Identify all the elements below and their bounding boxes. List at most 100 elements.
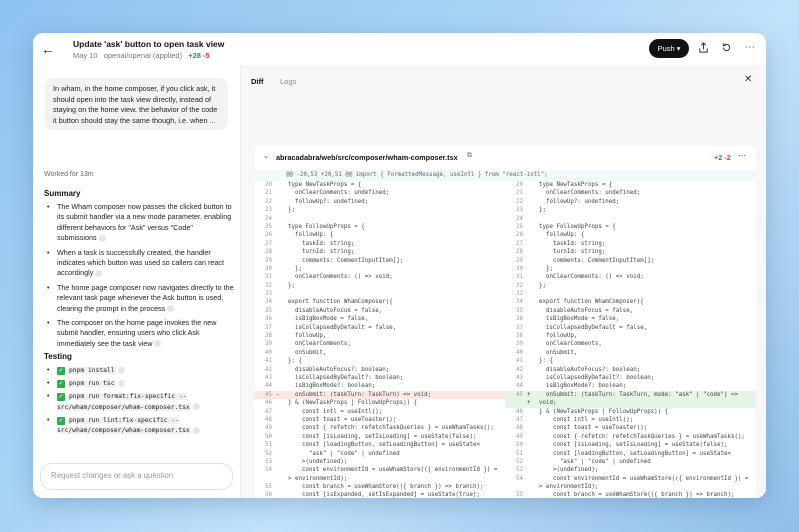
line-number: 41 [516,358,523,365]
code-line: 34 export function WhamComposer({ [254,298,505,306]
line-number: 44 [516,383,523,390]
code-line: 39 onClearComments, [505,340,756,348]
line-number: 28 [265,249,272,256]
more-options-icon[interactable]: ⋯ [745,42,755,54]
code-line: 33 [254,290,505,298]
request-changes-input[interactable]: Request changes or ask a question [40,463,233,490]
line-number: 34 [265,299,272,306]
code-line: 52 "ask" | "code" | undefined [505,458,756,466]
history-icon[interactable] [721,42,732,57]
line-number: 29 [516,257,523,264]
line-code: disableAutoFocus = false, [539,307,634,314]
code-line: 23}; [254,206,505,214]
line-number: 44 [265,383,272,390]
tab-logs[interactable]: Logs [280,77,296,86]
line-number: 41 [265,358,272,365]
line-number: 28 [516,249,523,256]
citation-icon[interactable] [192,403,200,411]
code-line: 46} & (NewTaskProps | FollowUpProps)) { [254,399,505,407]
line-code: isBigBoxMode?: boolean; [539,383,627,390]
line-code: type NewTaskProps = { [539,182,613,188]
citation-icon[interactable] [98,234,106,242]
citation-icon[interactable] [154,340,162,348]
tab-diff[interactable]: Diff [251,77,264,86]
code-line: 43 isCollapsedByDefault?: boolean; [254,374,505,382]
line-code: }: { [539,358,553,365]
code-line: 50 const [isLoading, setIsLoading] = use… [505,441,756,449]
line-number: 43 [265,374,272,381]
chevron-down-icon[interactable]: ⌄ [263,152,269,160]
line-code: disableAutoFocus = false, [288,307,383,314]
close-icon[interactable]: ✕ [744,75,752,85]
line-code: followUp, [288,333,327,340]
diff-pane: Diff Logs ✕ ⌄ abracadabra/web/src/compos… [240,65,766,498]
line-code: onClearComments, [539,341,602,348]
line-code: const intl = useIntl(); [539,416,634,423]
line-code: const [loadingButton, setLoadingButton] … [288,442,480,449]
citation-icon[interactable] [117,366,125,374]
line-number: 38 [265,333,272,340]
code-line: 44 isBigBoxMode?: boolean; [505,382,756,390]
code-line: 42 disableAutoFocus?: boolean; [505,366,756,374]
line-number: 36 [265,316,272,323]
line-number: 52 [265,450,272,457]
more-options-icon[interactable]: ⋯ [738,151,746,160]
citation-icon[interactable] [192,426,200,434]
line-code: followUp: { [288,232,334,239]
line-number: 42 [516,366,523,373]
code-line: 36 isBigBoxMode = false, [505,315,756,323]
line-code: }; [539,265,553,272]
code-line: 25 type FollowUpProps = { [254,223,505,231]
line-code: followUp, [539,333,578,340]
line-code: onClearComments: undefined; [288,190,390,197]
line-number: 40 [265,349,272,356]
test-item: ✓pnpm run format:fix-specific -- src/wha… [44,392,234,412]
line-number: 39 [265,341,272,348]
line-number: 54 [265,467,272,474]
share-icon[interactable] [698,42,709,57]
line-code: isCollapsedByDefault?: boolean; [539,374,655,381]
line-code: onSubmit: (taskTurn: TaskTurn, mode: "as… [539,391,738,398]
line-code: followUp?: undefined; [288,198,369,205]
file-header[interactable]: ⌄ abracadabra/web/src/composer/wham-comp… [254,146,756,168]
check-icon: ✓ [57,367,65,375]
line-code: void; [539,400,557,407]
task-date: May 10 [73,51,98,60]
line-number: 20 [265,182,272,188]
line-number: 52 [516,458,523,465]
worked-for-label[interactable]: Worked for 13m [44,171,94,178]
summary-item: When a task is successfully created, the… [44,248,234,279]
citation-icon[interactable] [167,305,175,313]
line-code: const toast = useToaster(); [539,425,648,432]
citation-icon[interactable] [117,379,125,387]
code-line: 27 taskId: string; [505,240,756,248]
line-number: 35 [265,307,272,314]
code-line: 39 onClearComments, [254,340,505,348]
test-item: ✓pnpm install [44,366,234,376]
line-code: onClearComments, [288,341,351,348]
line-number: 23 [516,207,523,214]
copy-icon[interactable]: ⧉ [467,152,472,160]
line-number: 48 [516,425,523,432]
code-line: 35 disableAutoFocus = false, [254,307,505,315]
code-line: 20 type NewTaskProps = { [505,181,756,189]
citation-icon[interactable] [95,270,103,278]
code-line: 33 [505,290,756,298]
line-code: "ask" | "code" | undefined [539,458,651,465]
code-line: 52 "ask" | "code" | undefined [254,450,505,458]
code-line: 40 onSubmit, [254,349,505,357]
code-line: 34 export function WhamComposer({ [505,298,756,306]
line-code: export function WhamComposer({ [539,299,644,306]
line-code: type FollowUpProps = { [288,223,365,230]
header: ← Update 'ask' button to open task view … [33,33,766,65]
diff-right-pane: 20 type NewTaskProps = {21 onClearComment… [505,181,756,498]
back-arrow-icon[interactable]: ← [41,42,55,56]
push-button[interactable]: Push ▾ [649,39,689,58]
hunk-header[interactable]: @@ -20,53 +20,51 @@ import { FormattedMe… [254,170,756,181]
line-code: > environmentId); [539,484,599,491]
line-code: turnId: string; [288,249,355,256]
line-code: }; [288,265,302,272]
code-line: 55 const branch = useWhamStore(({ branch… [254,483,505,491]
code-line: 29 comments: CommentInputItem[]; [254,257,505,265]
line-number: 27 [265,240,272,247]
